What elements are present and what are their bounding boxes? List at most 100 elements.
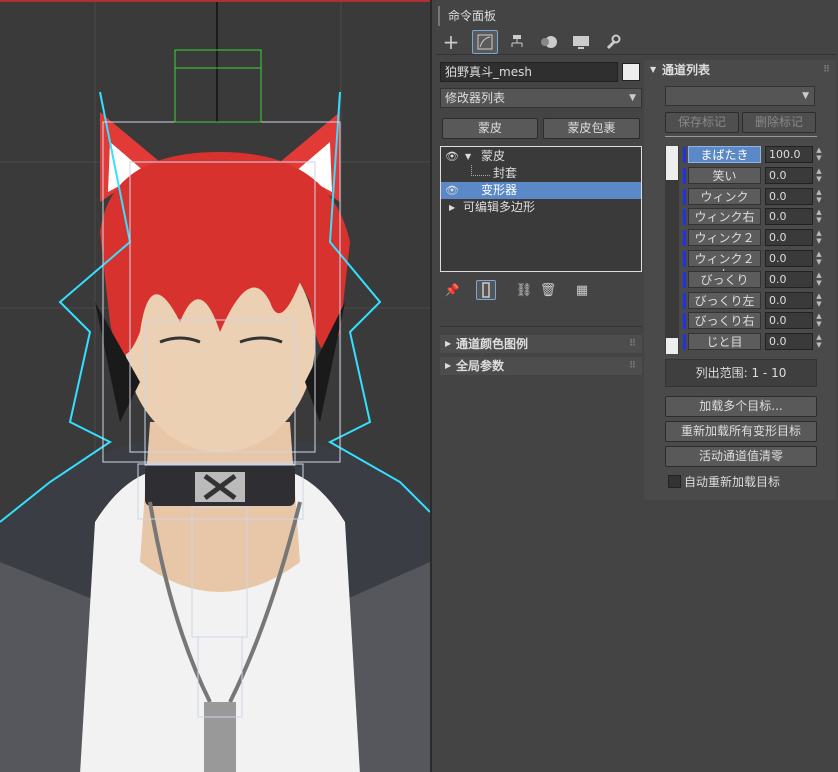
channel-list-label: 通道列表 (662, 63, 711, 77)
rollout-label: 全局参数 (456, 359, 505, 373)
modifier-list-dropdown[interactable]: 修改器列表 ▼ (440, 88, 642, 108)
channel-color-marker (683, 209, 686, 226)
trash-icon: 🗑 (539, 282, 557, 298)
channel-row: びっくり右 0.0 ▲ ▼ (683, 312, 833, 330)
eye-icon[interactable]: 👁 (445, 148, 459, 165)
scrollbar-bottom[interactable] (666, 338, 678, 354)
expand-triangle-icon: ▶ (445, 339, 452, 348)
object-name-field[interactable]: 狛野真斗_mesh (440, 62, 618, 82)
panel-title: 命令面板 (438, 6, 496, 26)
hierarchy-tab[interactable] (504, 30, 530, 54)
pin-icon: 📌 (444, 283, 460, 297)
stack-item-label: 变形器 (481, 183, 518, 197)
channel-name-button[interactable]: 笑い (688, 166, 761, 184)
end-result-icon (482, 282, 490, 298)
channel-name-button[interactable]: びっくり (688, 270, 761, 288)
rollout-label: 通道颜色图例 (456, 337, 529, 351)
expand-triangle-icon[interactable]: ▶ (449, 199, 455, 216)
channel-name-button[interactable]: まばたき (688, 146, 761, 163)
stack-item-morpher[interactable]: 👁 变形器 (441, 182, 641, 199)
spinner-arrows-icon[interactable]: ▲ ▼ (814, 229, 824, 246)
pin-stack-button[interactable]: 📌 (442, 280, 462, 300)
channel-list-rollout: ▼ 通道列表 ⠿ ▼ 保存标记 删除标记 まばたき 100.0 ▲ ▼ 笑い 0.0 ▲ ▼ ウ… (644, 60, 836, 500)
channel-value-field[interactable]: 0.0 (765, 208, 813, 226)
eye-icon[interactable]: 👁 (445, 182, 459, 199)
spinner-arrows-icon[interactable]: ▲ ▼ (814, 250, 824, 267)
auto-reload-checkbox[interactable] (668, 475, 681, 488)
stack-item-editable-poly[interactable]: ▶ 可编辑多边形 (441, 199, 641, 216)
channel-value-field[interactable]: 100.0 (765, 146, 813, 163)
hierarchy-icon (511, 35, 523, 47)
configure-sets-button[interactable]: ▦ (572, 280, 592, 300)
grip-icon: ⠿ (628, 361, 636, 371)
channel-row: 笑い 0.0 ▲ ▼ (683, 166, 833, 185)
channel-color-marker (683, 334, 686, 351)
rollout-global-params[interactable]: ▶ 全局参数 ⠿ (440, 357, 642, 375)
expand-triangle-icon[interactable]: ▼ (465, 148, 471, 165)
channel-name-button[interactable]: びっくり右 (688, 312, 761, 330)
channel-row: まばたき 100.0 ▲ ▼ (683, 146, 833, 164)
divider (665, 136, 817, 137)
channel-value-field[interactable]: 0.0 (765, 291, 813, 309)
channel-value-field[interactable]: 0.0 (765, 270, 813, 288)
spinner-arrows-icon[interactable]: ▲ ▼ (814, 188, 824, 205)
motion-tab[interactable] (536, 30, 562, 54)
delete-marker-button[interactable]: 删除标记 (742, 112, 816, 133)
viewport[interactable] (0, 0, 430, 772)
configure-icon: ▦ (575, 282, 589, 298)
spinner-arrows-icon[interactable]: ▲ ▼ (814, 271, 824, 288)
stack-item-skin[interactable]: 👁 ▼ 蒙皮 (441, 148, 641, 165)
stack-item-envelope[interactable]: 封套 (441, 165, 641, 182)
character-render (0, 2, 430, 772)
make-unique-button[interactable]: ⛓ (514, 280, 534, 300)
modify-tab[interactable] (472, 30, 498, 54)
spinner-arrows-icon[interactable]: ▲ ▼ (814, 167, 824, 184)
skin-wrap-button[interactable]: 蒙皮包裹 (543, 118, 640, 139)
chevron-down-icon: ▼ (802, 91, 809, 101)
channel-color-marker (683, 271, 686, 288)
channel-value-field[interactable]: 0.0 (765, 333, 813, 351)
spinner-arrows-icon[interactable]: ▲ ▼ (814, 292, 824, 309)
rollout-channel-color-legend[interactable]: ▶ 通道颜色图例 ⠿ (440, 335, 642, 353)
spinner-arrows-icon[interactable]: ▲ ▼ (814, 333, 824, 350)
load-multiple-targets-button[interactable]: 加载多个目标... (665, 396, 817, 417)
channel-value-field[interactable]: 0.0 (765, 312, 813, 330)
channel-list-title[interactable]: ▼ 通道列表 ⠿ (644, 60, 836, 80)
remove-modifier-button[interactable]: 🗑 (538, 280, 558, 300)
spinner-arrows-icon[interactable]: ▲ ▼ (814, 312, 824, 329)
channel-color-marker (683, 230, 686, 247)
channel-name-button[interactable]: ウィンク右 (688, 208, 761, 226)
create-tab[interactable]: + (438, 30, 464, 54)
channel-name-button[interactable]: びっくり左 (688, 291, 761, 309)
spinner-arrows-icon[interactable]: ▲ ▼ (814, 146, 824, 163)
monitor-icon (573, 36, 589, 49)
object-color-swatch[interactable] (622, 63, 640, 81)
channel-value-field[interactable]: 0.0 (765, 166, 813, 184)
chevron-down-icon: ▼ (629, 93, 636, 103)
utilities-tab[interactable] (600, 30, 626, 54)
channel-name-button[interactable]: ウィンク２ (688, 229, 761, 247)
channel-color-marker (683, 147, 686, 163)
spinner-arrows-icon[interactable]: ▲ ▼ (814, 208, 824, 225)
scrollbar-thumb[interactable] (666, 146, 678, 180)
channel-row: ウィンク右 0.0 ▲ ▼ (683, 208, 833, 226)
reload-all-targets-button[interactable]: 重新加载所有变形目标 (665, 421, 817, 442)
channel-name-button[interactable]: ウィンク２右 (688, 250, 761, 282)
skin-button[interactable]: 蒙皮 (442, 118, 538, 139)
show-end-result-button[interactable] (476, 280, 496, 300)
channel-color-marker (683, 292, 686, 309)
channel-name-button[interactable]: ウィンク (688, 187, 761, 205)
wrench-icon (606, 34, 621, 50)
channel-value-field[interactable]: 0.0 (765, 187, 813, 205)
display-tab[interactable] (568, 30, 594, 54)
channel-value-field[interactable]: 0.0 (765, 250, 813, 267)
channel-scrollbar[interactable] (665, 146, 679, 354)
channel-name-button[interactable]: じと目 (688, 333, 761, 351)
tree-connector-icon (471, 165, 490, 176)
marker-dropdown[interactable]: ▼ (665, 86, 815, 106)
channel-color-marker (683, 313, 686, 330)
channel-value-field[interactable]: 0.0 (765, 229, 813, 247)
save-marker-button[interactable]: 保存标记 (665, 112, 739, 133)
expand-triangle-icon: ▶ (445, 361, 452, 370)
zero-active-channels-button[interactable]: 活动通道值清零 (665, 446, 817, 467)
